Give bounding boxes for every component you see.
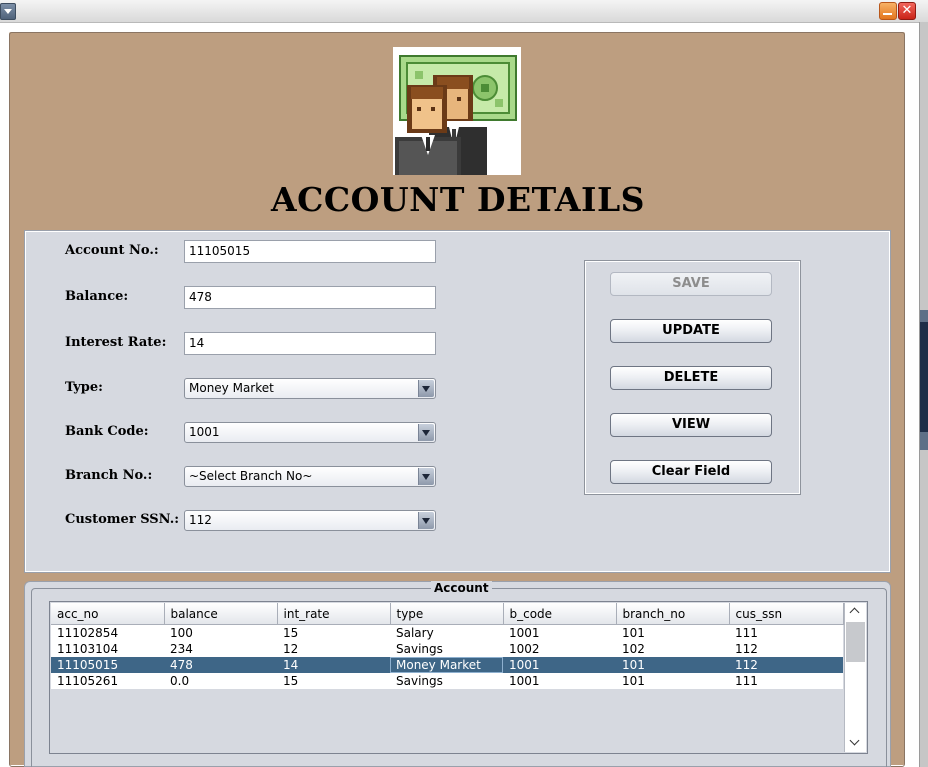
table-cell[interactable]: 11105015 [51,657,164,673]
table-cell[interactable]: 12 [277,641,390,657]
table-cell[interactable]: 478 [164,657,277,673]
table-header-row: acc_no balance int_rate type b_code bran… [51,603,844,625]
bank-code-dropdown[interactable]: 1001 [184,422,436,443]
close-button[interactable]: ✕ [898,2,916,20]
table-cell[interactable]: 1001 [503,624,616,641]
table-cell[interactable]: 101 [616,673,729,689]
customer-ssn-selected-value: 112 [189,513,212,527]
type-selected-value: Money Market [189,381,274,395]
chevron-down-icon[interactable] [418,468,434,485]
window-menu-icon[interactable] [0,3,16,20]
column-header-b-code[interactable]: b_code [503,603,617,625]
table-cell[interactable]: 14 [277,657,390,673]
column-header-balance[interactable]: balance [164,603,278,625]
table-cell[interactable]: 234 [164,641,277,657]
account-no-label: Account No.: [65,243,159,258]
window-title-bar: ✕ [0,0,928,23]
table-cell[interactable]: 11105261 [51,673,164,689]
account-table-title: Account [431,581,492,595]
customer-ssn-dropdown[interactable]: 112 [184,510,436,531]
table-cell[interactable]: 102 [616,641,729,657]
table-cell[interactable]: 11102854 [51,624,164,641]
type-dropdown[interactable]: Money Market [184,378,436,399]
chevron-down-icon[interactable] [849,739,861,747]
account-table: acc_no balance int_rate type b_code bran… [51,603,844,689]
table-cell[interactable]: 15 [277,624,390,641]
delete-button[interactable]: DELETE [610,366,772,390]
chevron-down-icon[interactable] [418,512,434,529]
column-header-type[interactable]: type [390,603,504,625]
table-row[interactable]: 11102854 100 15 Salary 1001 101 111 [51,624,843,641]
table-row[interactable]: 11103104 234 12 Savings 1002 102 112 [51,641,843,657]
table-cell[interactable]: 1001 [503,657,616,673]
table-row-selected[interactable]: 11105015 478 14 Money Market 1001 101 11… [51,657,843,673]
type-label: Type: [65,380,103,395]
table-cell[interactable]: 1001 [503,673,616,689]
table-cell[interactable]: 11103104 [51,641,164,657]
clear-field-button[interactable]: Clear Field [610,460,772,484]
money-people-icon [393,47,521,175]
column-header-branch-no[interactable]: branch_no [616,603,730,625]
balance-label: Balance: [65,289,129,304]
table-cell[interactable]: 15 [277,673,390,689]
page-title: ACCOUNT DETAILS [271,180,645,219]
branch-no-dropdown[interactable]: ~Select Branch No~ [184,466,436,487]
table-cell[interactable]: 101 [616,624,729,641]
background-window-edge [919,22,928,767]
customer-ssn-label: Customer SSN.: [65,512,180,527]
table-cell[interactable]: 0.0 [164,673,277,689]
column-header-acc-no[interactable]: acc_no [51,603,165,625]
table-cell[interactable]: 1002 [503,641,616,657]
bank-code-label: Bank Code: [65,424,149,439]
chevron-down-icon[interactable] [418,424,434,441]
bank-code-selected-value: 1001 [189,425,220,439]
table-cell[interactable]: Savings [390,641,503,657]
save-button[interactable]: SAVE [610,272,772,296]
branch-no-selected-value: ~Select Branch No~ [189,469,313,483]
table-cell[interactable]: 100 [164,624,277,641]
column-header-cus-ssn[interactable]: cus_ssn [729,603,844,625]
table-cell[interactable]: 111 [729,673,843,689]
account-no-field[interactable]: 11105015 [184,240,436,263]
table-cell[interactable]: Salary [390,624,503,641]
column-header-int-rate[interactable]: int_rate [277,603,391,625]
table-cell[interactable]: 111 [729,624,843,641]
balance-field[interactable]: 478 [184,286,436,309]
table-cell-focused[interactable]: Money Market [390,657,503,673]
chevron-up-icon[interactable] [849,608,861,616]
table-vertical-scrollbar[interactable] [844,603,866,752]
scrollbar-thumb[interactable] [846,622,865,662]
view-button[interactable]: VIEW [610,413,772,437]
table-cell[interactable]: Savings [390,673,503,689]
interest-rate-field[interactable]: 14 [184,332,436,355]
interest-rate-label: Interest Rate: [65,335,167,350]
minimize-button[interactable] [879,2,897,20]
table-cell[interactable]: 101 [616,657,729,673]
table-cell[interactable]: 112 [729,641,843,657]
update-button[interactable]: UPDATE [610,319,772,343]
chevron-down-icon[interactable] [418,380,434,397]
table-cell[interactable]: 112 [729,657,843,673]
branch-no-label: Branch No.: [65,468,153,483]
table-row[interactable]: 11105261 0.0 15 Savings 1001 101 111 [51,673,843,689]
